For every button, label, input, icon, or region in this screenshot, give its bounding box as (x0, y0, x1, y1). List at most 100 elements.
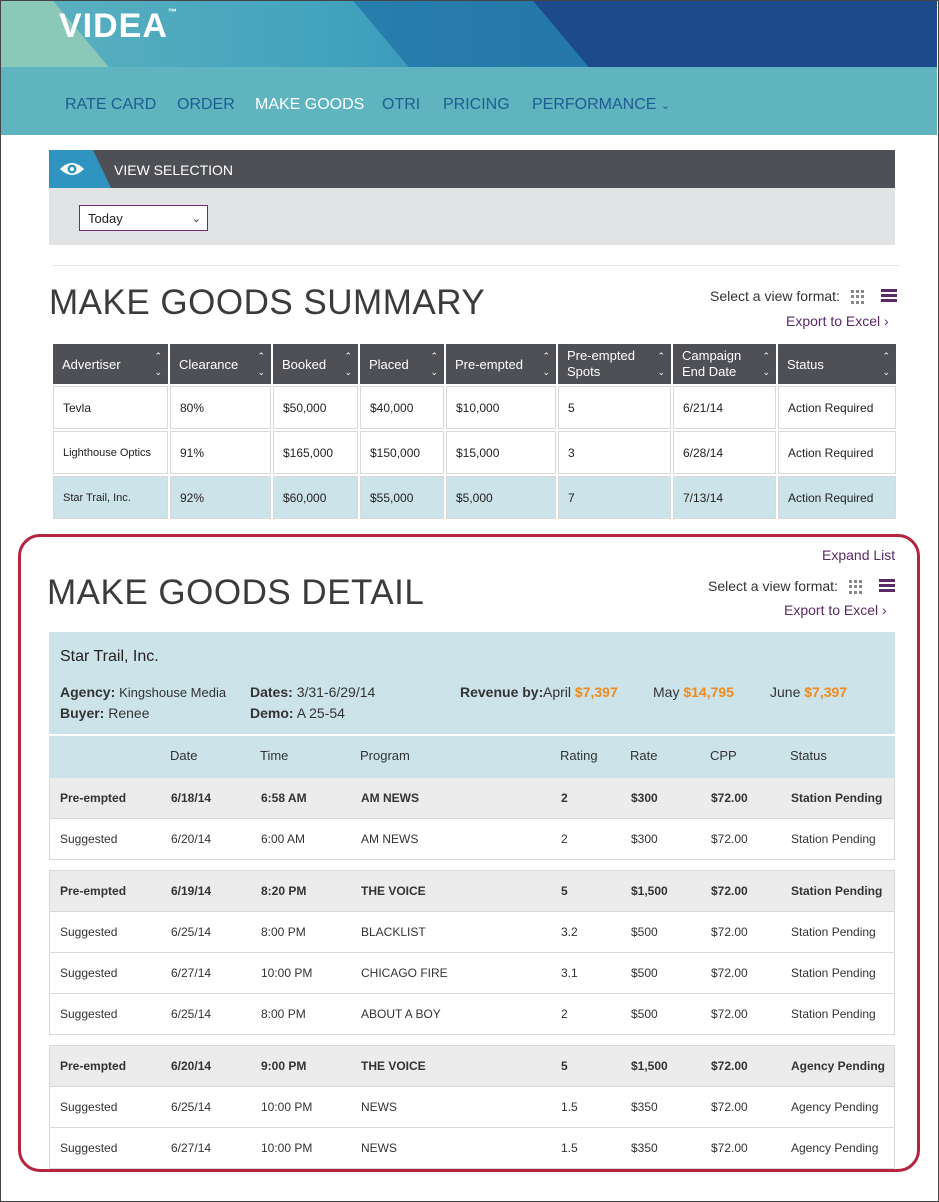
cell-rate: $500 (631, 1007, 658, 1021)
detail-summary-header: Star Trail, Inc. Agency: Kingshouse Medi… (49, 632, 895, 734)
cell-clearance: 80% (170, 386, 271, 429)
cell-time: 8:00 PM (261, 1007, 306, 1021)
col-clearance[interactable]: Clearance ⌃ ⌄ (170, 344, 271, 384)
cell-status: Agency Pending (791, 1059, 886, 1073)
sort-icon[interactable]: ⌃ ⌄ (154, 348, 162, 380)
nav-pricing[interactable]: PRICING (443, 96, 510, 114)
col-rate[interactable]: Rate (630, 736, 657, 776)
cell-time: 8:20 PM (261, 884, 307, 898)
chevron-down-icon: ⌄ (191, 213, 201, 225)
summary-format-label: Select a view format: (710, 288, 840, 304)
chevron-right-icon: › (882, 602, 887, 618)
demo-info: Demo: A 25-54 (250, 705, 345, 721)
detail-export-link[interactable]: Export to Excel › (784, 602, 887, 618)
pre-empted-row[interactable]: Pre-empted 6/18/14 6:58 AM AM NEWS 2 $300 $72.… (50, 778, 894, 819)
cell-rate: $500 (631, 966, 658, 980)
cell-booked: $60,000 (273, 476, 358, 519)
cell-status: Station Pending (791, 832, 876, 846)
cell-date: 6/25/14 (171, 925, 212, 939)
col-date[interactable]: Date (170, 736, 197, 776)
col-program[interactable]: Program (360, 736, 410, 776)
sort-icon[interactable]: ⌃ ⌄ (762, 348, 770, 380)
cell-cpp: $72.00 (711, 966, 748, 980)
cell-cpp: $72.00 (711, 1007, 748, 1021)
table-row[interactable]: Lighthouse Optics 91% $165,000 $150,000 … (53, 431, 896, 474)
sort-icon[interactable]: ⌃ ⌄ (882, 348, 890, 380)
sort-icon[interactable]: ⌃ ⌄ (257, 348, 265, 380)
col-status[interactable]: Status ⌃ ⌄ (778, 344, 896, 384)
table-row[interactable]: Tevla 80% $50,000 $40,000 $10,000 5 6/21… (53, 386, 896, 429)
sort-icon[interactable]: ⌃ ⌄ (430, 348, 438, 380)
table-row-selected[interactable]: Star Trail, Inc. 92% $60,000 $55,000 $5,… (53, 476, 896, 519)
suggested-row[interactable]: Suggested 6/25/14 10:00 PM NEWS 1.5 $350 $72.0… (50, 1087, 894, 1128)
cell-time: 10:00 PM (261, 1100, 313, 1114)
suggested-row[interactable]: Suggested 6/27/14 10:00 PM NEWS 1.5 $350 $72.0… (50, 1128, 894, 1169)
col-time[interactable]: Time (260, 736, 288, 776)
dates-info: Dates: 3/31-6/29/14 (250, 684, 376, 700)
sort-icon[interactable]: ⌃ ⌄ (344, 348, 352, 380)
col-status[interactable]: Status (790, 736, 827, 776)
col-rating[interactable]: Rating (560, 736, 598, 776)
sort-icon[interactable]: ⌃ ⌄ (542, 348, 550, 380)
cell-pre-empted: $5,000 (446, 476, 556, 519)
videa-logo[interactable]: VIDEA™ (59, 7, 178, 46)
col-pre-empted[interactable]: Pre-empted ⌃ ⌄ (446, 344, 556, 384)
cell-pre-empted: $15,000 (446, 431, 556, 474)
col-booked[interactable]: Booked ⌃ ⌄ (273, 344, 358, 384)
cell-time: 9:00 PM (261, 1059, 307, 1073)
list-view-icon[interactable] (881, 289, 897, 303)
sort-icon[interactable]: ⌃ ⌄ (657, 348, 665, 380)
cell-rating: 2 (561, 791, 568, 805)
chevron-down-icon: ⌄ (660, 100, 671, 112)
nav-order[interactable]: ORDER (177, 96, 235, 114)
nav-make-goods[interactable]: MAKE GOODS (255, 96, 364, 114)
grid-view-icon[interactable] (849, 580, 863, 594)
cell-end-date: 7/13/14 (673, 476, 776, 519)
revenue-may: May $14,795 (653, 684, 734, 700)
cell-date: 6/18/14 (171, 791, 212, 805)
pre-empted-row[interactable]: Pre-empted 6/20/14 9:00 PM THE VOICE 5 $1,500… (50, 1046, 894, 1087)
cell-rating: 5 (561, 884, 568, 898)
date-range-select[interactable]: Today ⌄ (79, 205, 208, 231)
pre-empted-row[interactable]: Pre-empted 6/19/14 8:20 PM THE VOICE 5 $1,500… (50, 871, 894, 912)
list-view-icon[interactable] (879, 579, 895, 593)
cell-rate: $350 (631, 1100, 658, 1114)
view-selection-panel: VIEW SELECTION Today ⌄ (49, 150, 895, 245)
suggested-row[interactable]: Suggested 6/27/14 10:00 PM CHICAGO FIRE 3.1 $… (50, 953, 894, 994)
cell-rate: $350 (631, 1141, 658, 1155)
cell-time: 8:00 PM (261, 925, 306, 939)
app-header: VIDEA™ RATE CARD ORDER MAKE GOODS OTRI P… (1, 1, 937, 135)
col-placed[interactable]: Placed ⌃ ⌄ (360, 344, 444, 384)
nav-rate-card[interactable]: RATE CARD (65, 96, 156, 114)
buyer-info: Buyer: Renee (60, 705, 150, 721)
suggested-row[interactable]: Suggested 6/20/14 6:00 AM AM NEWS 2 $300 $72.0… (50, 819, 894, 860)
suggested-row[interactable]: Suggested 6/25/14 8:00 PM BLACKLIST 3.2 $500 $… (50, 912, 894, 953)
detail-title: MAKE GOODS DETAIL (47, 573, 425, 612)
revenue-april: April $7,397 (543, 684, 618, 700)
revenue-june: June $7,397 (770, 684, 848, 700)
col-advertiser[interactable]: Advertiser ⌃ ⌄ (53, 344, 168, 384)
cell-date: 6/19/14 (171, 884, 212, 898)
cell-status: Station Pending (791, 1007, 876, 1021)
detail-table: Date Time Program Rating Rate CPP Status… (49, 736, 895, 1169)
cell-type: Suggested (60, 966, 118, 980)
cell-type: Pre-empted (60, 884, 127, 898)
cell-type: Suggested (60, 925, 118, 939)
summary-header-row: Advertiser ⌃ ⌄ Clearance ⌃ ⌄ Booked ⌃ ⌄ Placed… (53, 344, 896, 384)
cell-rating: 3.1 (561, 966, 578, 980)
summary-export-link[interactable]: Export to Excel › (786, 313, 889, 329)
cell-status: Action Required (778, 431, 896, 474)
cell-program: THE VOICE (361, 1059, 426, 1073)
grid-view-icon[interactable] (851, 290, 865, 304)
cell-program: AM NEWS (361, 832, 419, 846)
cell-rate: $300 (631, 832, 658, 846)
col-campaign-end-date[interactable]: Campaign End Date ⌃ ⌄ (673, 344, 776, 384)
cell-pre-empted: $10,000 (446, 386, 556, 429)
col-pre-empted-spots[interactable]: Pre-empted Spots ⌃ ⌄ (558, 344, 671, 384)
nav-performance[interactable]: PERFORMANCE ⌄ (532, 96, 670, 114)
expand-list-link[interactable]: Expand List (822, 547, 895, 563)
nav-otri[interactable]: OTRI (382, 96, 420, 114)
col-cpp[interactable]: CPP (710, 736, 737, 776)
suggested-row[interactable]: Suggested 6/25/14 8:00 PM ABOUT A BOY 2 $500 $… (50, 994, 894, 1035)
cell-end-date: 6/28/14 (673, 431, 776, 474)
